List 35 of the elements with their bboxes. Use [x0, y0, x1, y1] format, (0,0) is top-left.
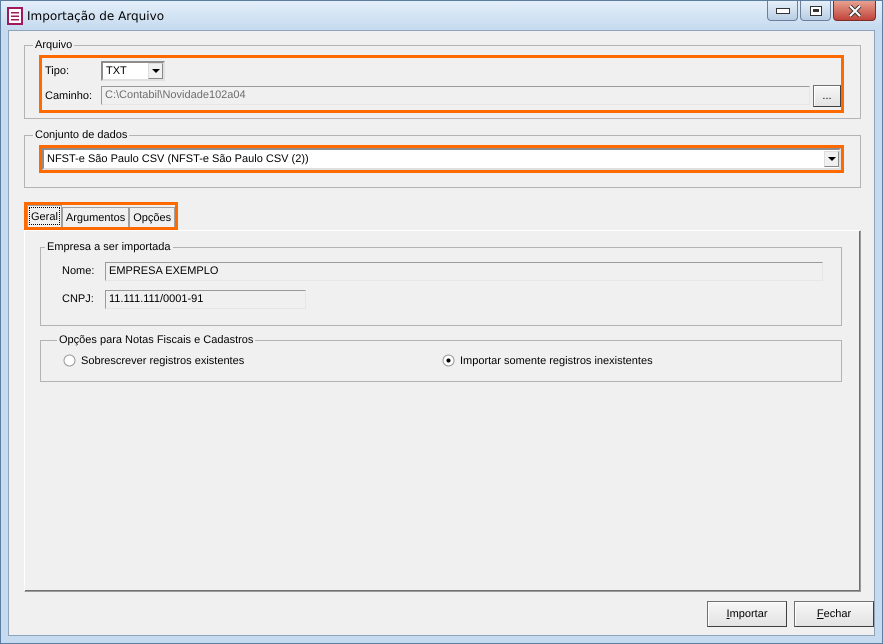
radio-option[interactable]: Sobrescrever registros existentes — [63, 354, 442, 367]
field-label: CNPJ: — [61, 293, 95, 305]
tab[interactable]: Geral — [27, 205, 62, 227]
tab[interactable]: Argumentos — [62, 207, 130, 227]
caret-icon — [152, 68, 160, 72]
radio-option[interactable]: Importar somente registros inexistentes — [442, 354, 821, 367]
group-label: Conjunto de dados — [34, 129, 128, 141]
group-label: Arquivo — [34, 39, 74, 51]
document-icon — [7, 6, 23, 24]
minimize-icon — [776, 8, 790, 14]
field-label: Caminho: — [45, 90, 94, 102]
action-button[interactable]: Importar — [707, 601, 787, 627]
maximize-icon — [810, 6, 822, 16]
text-field[interactable]: 11.111.111/0001-91 — [105, 290, 306, 308]
window-title: Importação de Arquivo — [27, 8, 166, 22]
group-label: Opções para Notas Fiscais e Cadastros — [58, 334, 254, 346]
field-label: Tipo: — [45, 64, 70, 76]
maximize-button[interactable] — [800, 1, 831, 21]
dropdown-value: TXT — [105, 64, 128, 76]
dropdown-button[interactable] — [148, 62, 163, 78]
dropdown-button[interactable] — [824, 151, 839, 167]
close-icon — [848, 4, 862, 16]
tab[interactable]: Opções — [129, 207, 176, 227]
dropdown[interactable]: NFST-e São Paulo CSV (NFST-e São Paulo CSV (2)) — [42, 148, 841, 170]
dropdown-value: NFST-e São Paulo CSV (NFST-e São Paulo CSV (2)) — [46, 153, 310, 165]
field-label: Nome: — [61, 265, 96, 277]
text-field[interactable]: EMPRESA EXEMPLO — [105, 262, 823, 280]
radio-icon[interactable] — [63, 354, 76, 367]
dropdown[interactable]: TXT — [101, 60, 165, 80]
radio-selected-icon[interactable] — [442, 354, 455, 367]
group-label: Empresa a ser importada — [46, 241, 172, 253]
caret-icon — [828, 157, 836, 161]
action-button[interactable]: Fechar — [794, 601, 874, 627]
close-button[interactable] — [833, 1, 876, 21]
minimize-button[interactable] — [767, 1, 798, 21]
